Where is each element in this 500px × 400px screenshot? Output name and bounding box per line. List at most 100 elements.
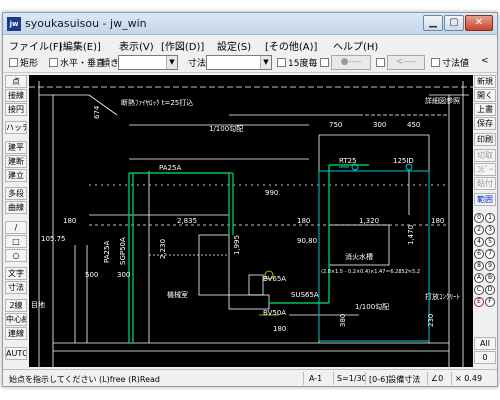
status-zoom[interactable]: × 0.49 [455,374,482,383]
tool-circle[interactable]: ○ [5,249,27,262]
layer-a[interactable]: A [474,273,484,283]
btn1-checkbox[interactable] [320,58,329,67]
status-paper[interactable]: A-1 [309,374,322,383]
status-separator [451,372,452,385]
tank-formula: (2.8×1.5 - 0.2×0.4)×1.47＝6.2852≒5.2 [321,269,420,275]
status-separator [427,372,428,385]
dim-dropdown-icon[interactable]: ▼ [260,56,271,69]
pa25-label: PA25A [159,164,181,172]
btn2-checkbox[interactable] [376,58,385,67]
tool-tangent-circle[interactable]: 接円 [5,103,27,116]
layer-2[interactable]: 2 [474,225,484,235]
menu-view[interactable]: 表示(V) [119,38,154,53]
dimval-label: 寸法値 [442,59,470,69]
dimval-checkbox[interactable] [431,58,440,67]
dim-500: 500 [85,271,98,279]
dim-9080: 90,80 [297,237,317,245]
close-button[interactable]: ✕ [465,15,493,31]
layer-c[interactable]: C [474,285,484,295]
status-scale[interactable]: S=1/30 [337,374,367,383]
paste-button[interactable]: 貼付 [474,177,496,190]
tool-text[interactable]: 文字 [5,267,27,280]
layer-4[interactable]: 4 [474,237,484,247]
status-layer[interactable]: [0-6]設備寸法 [369,374,420,385]
layer-7[interactable]: 7 [485,249,495,259]
tool-hatch[interactable]: ハッチ [5,121,27,134]
pump-room-label: 機械室 [167,290,188,299]
slope-bot: 1/100勾配 [355,302,389,311]
tool-rectangle[interactable]: □ [5,235,27,248]
tilt-combo[interactable]: ▼ [118,55,178,70]
layer-9[interactable]: 9 [485,261,495,271]
hv-checkbox[interactable] [49,58,58,67]
deg15-checkbox[interactable] [277,58,286,67]
layer-group-button[interactable]: 0 [474,351,496,364]
layer-b[interactable]: B [485,273,495,283]
detail-label: 詳細図参照 [425,96,460,105]
layer-e[interactable]: E [474,297,484,307]
tool-curve[interactable]: 曲線 [5,201,27,214]
menu-other[interactable]: [その他(A)] [265,38,317,53]
layer-3[interactable]: 3 [485,225,495,235]
layer-5[interactable]: 5 [485,237,495,247]
save-button[interactable]: 保存 [474,117,496,130]
arrow-type-button[interactable]: <---- [387,55,425,70]
layer-6[interactable]: 6 [474,249,484,259]
all-layers-button[interactable]: All [474,337,496,350]
pipe125-label: 125ID [393,157,414,165]
tool-multi[interactable]: 多段 [5,187,27,200]
open-button[interactable]: 開く [474,89,496,102]
drawing-canvas[interactable]: 断熱ﾌｧｲﾔﾛｯｸ t=25打込 1/100勾配 674 750 300 450… [29,75,473,367]
menu-edit[interactable]: [編集(E)] [59,38,101,53]
tank-label: 消火水槽 [345,252,373,261]
status-separator [303,372,304,385]
layer-d[interactable]: D [485,285,495,295]
angle-mark[interactable]: < [481,56,489,66]
tool-connect[interactable]: 連線 [5,327,27,340]
left-toolbar: 点 接線 接円 ハッチ 建平 建断 建立 多段 曲線 / □ ○ 文字 寸法 2… [5,75,27,365]
tool-dimension[interactable]: 寸法 [5,281,27,294]
layer-0[interactable]: 0 [474,213,484,223]
overwrite-button[interactable]: 上書 [474,103,496,116]
rt25-label: RT25 [339,157,357,165]
status-angle[interactable]: ∠0 [431,374,443,383]
minimize-button[interactable]: ▁ [423,15,443,31]
copy-button[interactable]: ｺﾋﾟｰ [474,163,496,176]
tilt-dropdown-icon[interactable]: ▼ [166,56,177,69]
menu-settings[interactable]: 設定(S) [217,38,251,53]
pa25v-label: PA25A [103,241,111,263]
tool-auto[interactable]: AUTO [5,347,27,360]
window-title: syoukasuisou - jw_win [25,17,147,30]
tool-section[interactable]: 建断 [5,155,27,168]
jw-app-icon: jw [7,17,21,31]
tool-line[interactable]: / [5,221,27,234]
new-button[interactable]: 新規 [474,75,496,88]
layer-8[interactable]: 8 [474,261,484,271]
tool-plan[interactable]: 建平 [5,141,27,154]
cut-button[interactable]: 切取 [474,149,496,162]
menu-draw[interactable]: [作図(D)] [161,38,204,53]
bv65-label: BV65A [263,275,286,283]
maximize-button[interactable]: ▢ [444,15,464,31]
menu-help[interactable]: ヘルプ(H) [333,38,378,53]
tool-elevation[interactable]: 建立 [5,169,27,182]
dim-2835: 2,835 [177,217,197,225]
print-button[interactable]: 印刷 [474,133,496,146]
tool-tangent[interactable]: 接線 [5,89,27,102]
tilt-label: 傾き [101,59,120,69]
layer-f[interactable]: F [485,297,495,307]
dim-180: 180 [63,217,76,225]
tool-point[interactable]: 点 [5,75,27,88]
tool-double-line[interactable]: 2線 [5,299,27,312]
range-button[interactable]: 範囲 [474,193,496,206]
hv-label: 水平・垂直 [60,59,106,69]
line-type-button[interactable]: ●---- [331,55,371,70]
status-bar: 始点を指示してください (L)free (R)Read A-1 S=1/30 [… [3,369,497,386]
layer-1[interactable]: 1 [485,213,495,223]
menu-file[interactable]: ファイル(F) [9,38,63,53]
tool-center-line[interactable]: 中心線 [5,313,27,326]
dim-1470: 1,470 [407,225,415,245]
dim-180c: 180 [431,217,444,225]
rect-checkbox[interactable] [9,58,18,67]
dim-combo[interactable]: ▼ [206,55,272,70]
